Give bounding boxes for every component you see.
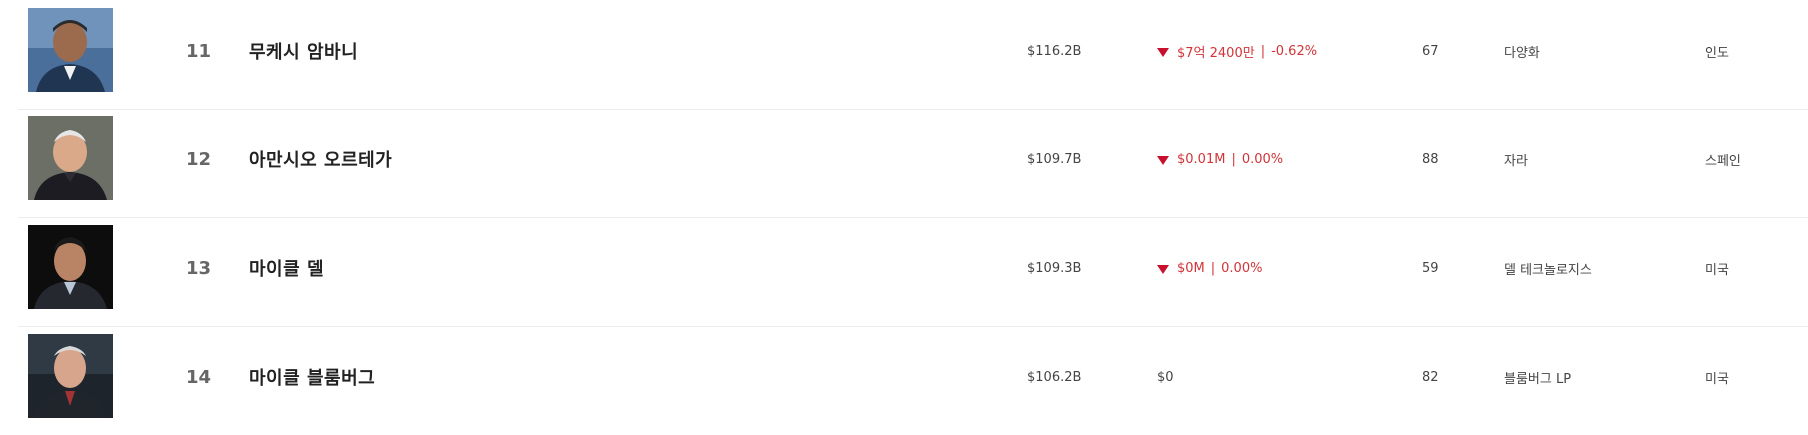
wealth-source: 자라 [1504, 154, 1528, 169]
age: 82 [1422, 370, 1439, 385]
person-photo[interactable] [28, 225, 113, 309]
country: 스페인 [1705, 154, 1741, 169]
age: 67 [1422, 44, 1439, 59]
down-arrow-icon [1157, 155, 1169, 165]
country: 미국 [1705, 263, 1729, 278]
age: 88 [1422, 152, 1439, 167]
change-amount: $0M [1177, 261, 1205, 276]
net-worth: $109.7B [1027, 152, 1082, 167]
wealth-source: 다양화 [1504, 46, 1540, 61]
down-arrow-icon [1157, 264, 1169, 274]
rank: 12 [186, 149, 212, 170]
down-arrow-icon [1157, 47, 1169, 57]
person-name[interactable]: 아만시오 오르테가 [249, 108, 392, 209]
table-row[interactable]: 13 마이클 델 $109.3B $0M | 0.00% 59 델 테크놀로지스… [18, 217, 1808, 327]
person-name[interactable]: 무케시 암바니 [249, 0, 358, 101]
wealth-source: 블룸버그 LP [1504, 372, 1572, 387]
country: 미국 [1705, 372, 1729, 387]
rank: 13 [186, 258, 212, 279]
person-photo-icon [28, 116, 113, 200]
rank: 14 [186, 367, 212, 388]
country: 인도 [1705, 46, 1729, 61]
change-amount: $7억 2400만 [1177, 46, 1255, 61]
person-photo[interactable] [28, 116, 113, 200]
separator: | [1210, 261, 1216, 276]
change-amount: $0.01M [1177, 152, 1226, 167]
person-photo-icon [28, 334, 113, 418]
separator: | [1231, 152, 1236, 167]
person-photo-icon [28, 225, 113, 309]
daily-change: $7억 2400만 | -0.62% [1157, 0, 1317, 103]
person-name[interactable]: 마이클 델 [249, 217, 324, 318]
table-row[interactable]: 12 아만시오 오르테가 $109.7B $0.01M | 0.00% 88 자… [18, 108, 1808, 218]
person-photo[interactable] [28, 334, 113, 418]
net-worth: $106.2B [1027, 370, 1082, 385]
wealth-source: 델 테크놀로지스 [1504, 263, 1592, 278]
person-photo[interactable] [28, 8, 113, 92]
person-photo-icon [28, 8, 113, 92]
age: 59 [1422, 261, 1439, 276]
net-worth: $116.2B [1027, 44, 1082, 59]
rank: 11 [186, 41, 212, 62]
change-percent: 0.00% [1221, 261, 1263, 276]
change-amount: $0 [1157, 370, 1174, 385]
daily-change: $0 [1157, 326, 1174, 429]
person-name[interactable]: 마이클 블룸버그 [249, 326, 375, 427]
net-worth: $109.3B [1027, 261, 1082, 276]
separator: | [1260, 44, 1266, 59]
billionaires-list: 11 무케시 암바니 $116.2B $7억 2400만 | -0.62% 67… [0, 0, 1808, 435]
daily-change: $0M | 0.00% [1157, 217, 1262, 320]
change-percent: 0.00% [1241, 152, 1284, 167]
table-row[interactable]: 14 마이클 블룸버그 $106.2B $0 82 블룸버그 LP 미국 [18, 326, 1808, 435]
table-row[interactable]: 11 무케시 암바니 $116.2B $7억 2400만 | -0.62% 67… [18, 0, 1808, 110]
change-percent: -0.62% [1271, 44, 1318, 59]
daily-change: $0.01M | 0.00% [1157, 108, 1283, 211]
